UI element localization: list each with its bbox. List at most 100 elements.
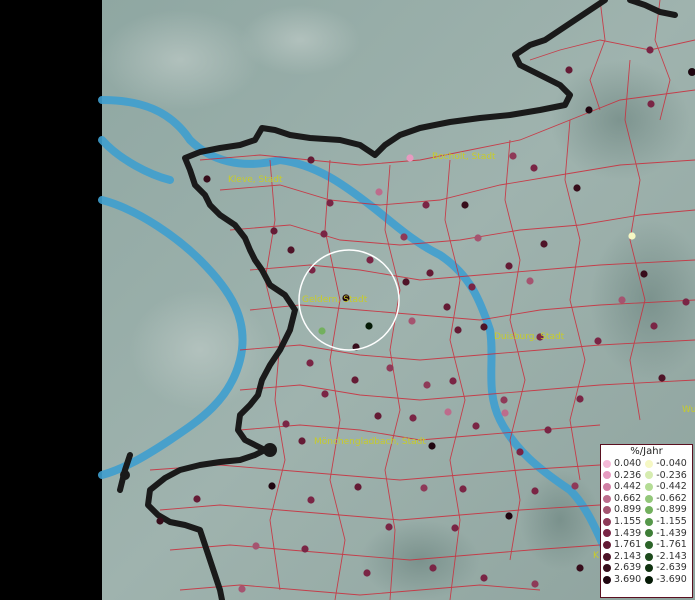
measurement-dot [306, 359, 314, 367]
measurement-dot [594, 337, 602, 345]
legend-item: 2.143 [603, 551, 641, 563]
measurement-dot [318, 327, 326, 335]
measurement-dot [530, 164, 538, 172]
left-black-margin [0, 0, 102, 600]
measurement-dot [480, 574, 488, 582]
measurement-dot [402, 278, 410, 286]
legend-value: 0.662 [614, 492, 642, 504]
legend-value: -1.761 [656, 539, 687, 551]
legend-item: 1.439 [603, 528, 641, 540]
legend-swatch [603, 517, 611, 526]
legend-value: -0.040 [656, 458, 687, 469]
measurement-dot [451, 524, 459, 532]
map-canvas[interactable]: Kleve, Stadt Bocholt, Stadt Geldern, Sta… [0, 0, 695, 600]
measurement-dot [354, 483, 362, 491]
legend-value: -0.442 [656, 481, 687, 493]
legend-item: -1.155 [645, 516, 687, 528]
legend-item: -2.639 [645, 562, 687, 574]
city-label: Kleve, Stadt [228, 175, 283, 185]
measurement-dot [573, 184, 581, 192]
legend-item: 0.442 [603, 481, 641, 493]
measurement-dot [459, 485, 467, 493]
legend-item: 1.155 [603, 516, 641, 528]
legend-item: 2.639 [603, 562, 641, 574]
legend-swatch [645, 552, 654, 561]
city-label: Duisburg, Stadt [494, 332, 565, 342]
measurement-dot [576, 395, 584, 403]
measurement-dot [252, 542, 260, 550]
measurement-dot [461, 201, 469, 209]
legend-item: -0.899 [645, 504, 687, 516]
legend-value: 3.690 [614, 573, 642, 585]
measurement-dot [156, 517, 164, 525]
legend-swatch [645, 494, 654, 503]
border-node [263, 443, 277, 457]
measurement-dot [505, 262, 513, 270]
legend-item: -1.761 [645, 539, 687, 551]
measurement-dot [321, 390, 329, 398]
legend-value: 0.040 [614, 458, 642, 469]
legend-value: 0.899 [614, 504, 642, 516]
legend-value: 2.639 [614, 562, 642, 574]
legend-value: -0.236 [656, 469, 687, 481]
legend-value: 0.236 [614, 469, 642, 481]
measurement-dot [423, 381, 431, 389]
legend-negative-column: -0.040 -0.236 -0.442 -0.662 -0.899 -1.155 -1.4… [645, 458, 687, 586]
measurement-dot [468, 283, 476, 291]
legend-item: -0.442 [645, 481, 687, 493]
measurement-dot [270, 227, 278, 235]
measurement-dot [365, 322, 373, 330]
measurement-dot [409, 414, 417, 422]
measurement-dot [282, 420, 290, 428]
measurement-dot [571, 482, 579, 490]
measurement-dot [540, 240, 548, 248]
legend-item: -0.040 [645, 458, 687, 470]
legend: %/Jahr 0.040 0.236 0.442 0.662 0.899 1.155 1.4… [600, 444, 693, 598]
legend-item: 1.761 [603, 539, 641, 551]
measurement-dot [509, 152, 517, 160]
measurement-dot [516, 448, 524, 456]
legend-swatch [603, 540, 611, 549]
legend-swatch [603, 482, 611, 491]
legend-swatch [645, 564, 654, 573]
legend-value: -0.899 [656, 504, 687, 516]
legend-swatch [603, 459, 611, 468]
measurement-dot [526, 277, 534, 285]
measurement-dot [301, 545, 309, 553]
measurement-dot [505, 512, 513, 520]
measurement-dot [576, 564, 584, 572]
measurement-dot [658, 374, 666, 382]
legend-value: 2.143 [614, 550, 642, 562]
border-node [120, 470, 130, 480]
measurement-dot [646, 46, 654, 54]
measurement-dot [366, 256, 374, 264]
measurement-dot [287, 246, 295, 254]
legend-swatch [645, 459, 654, 468]
legend-item: 0.899 [603, 504, 641, 516]
legend-swatch [645, 540, 654, 549]
measurement-dot [326, 199, 334, 207]
measurement-dot [203, 175, 211, 183]
measurement-dot [307, 156, 315, 164]
measurement-dot [406, 154, 414, 162]
legend-item: 0.040 [603, 458, 641, 470]
legend-value: -1.439 [656, 527, 687, 539]
measurement-dot [268, 482, 276, 490]
legend-value: 1.155 [614, 515, 642, 527]
legend-value: 1.439 [614, 527, 642, 539]
measurement-dot [408, 317, 416, 325]
legend-value: -3.690 [656, 573, 687, 585]
measurement-dot [363, 569, 371, 577]
measurement-dot [501, 409, 509, 417]
measurement-dot [429, 564, 437, 572]
measurement-dot [650, 322, 658, 330]
measurement-dot [426, 269, 434, 277]
measurement-dot [298, 437, 306, 445]
legend-item: -3.690 [645, 574, 687, 586]
measurement-dot [307, 496, 315, 504]
legend-swatch [603, 494, 611, 503]
legend-title: %/Jahr [630, 446, 663, 457]
measurement-dot [443, 303, 451, 311]
legend-swatch [603, 529, 611, 538]
measurement-dot [500, 396, 508, 404]
